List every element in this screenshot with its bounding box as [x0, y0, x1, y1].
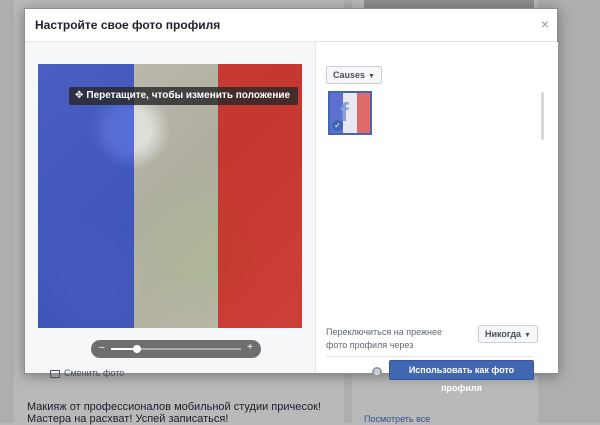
revert-duration-label: Никогда [485, 329, 522, 339]
chevron-down-icon: ▼ [524, 332, 531, 339]
change-photo-link[interactable]: Сменить фото [50, 368, 124, 378]
use-as-profile-photo-button[interactable]: Использовать как фото профиля [389, 360, 534, 393]
camera-icon [50, 369, 60, 378]
frame-thumbnail-selected[interactable]: f ✓ [328, 91, 372, 135]
frames-scrollbar[interactable] [541, 92, 544, 140]
drag-to-reposition-hint: ✥ Перетащите, чтобы изменить положение [69, 87, 299, 105]
close-icon[interactable]: × [541, 17, 549, 31]
zoom-handle[interactable] [133, 345, 141, 353]
zoom-track[interactable] [111, 345, 241, 353]
photo-preview[interactable]: ✥ Перетащите, чтобы изменить положение [38, 64, 302, 328]
chevron-down-icon: ▼ [368, 73, 375, 80]
frame-category-dropdown[interactable]: Causes ▼ [326, 66, 382, 84]
divider [326, 356, 532, 357]
dialog-body: ✥ Перетащите, чтобы изменить положение – … [25, 42, 558, 393]
photo-editor-pane: ✥ Перетащите, чтобы изменить положение – … [25, 42, 315, 378]
zoom-in-icon[interactable]: + [247, 342, 253, 353]
revert-duration-dropdown[interactable]: Никогда ▼ [478, 325, 538, 343]
profile-photo-dialog: Настройте свое фото профиля × ✥ Перетащит… [24, 8, 558, 393]
drag-hint-label: Перетащите, чтобы изменить положение [86, 90, 291, 101]
revert-label: Переключиться на прежнее фото профиля че… [326, 327, 442, 350]
zoom-out-icon[interactable]: – [99, 342, 105, 353]
change-photo-label: Сменить фото [64, 368, 125, 378]
dialog-title: Настройте свое фото профиля [35, 18, 221, 32]
frames-pane: Causes ▼ f ✓ Переключиться на прежнее фот… [315, 42, 558, 393]
check-icon: ✓ [332, 120, 343, 131]
move-icon: ✥ [75, 90, 84, 101]
dialog-header: Настройте свое фото профиля × [25, 9, 557, 42]
facebook-f-icon: f [340, 97, 349, 127]
zoom-slider[interactable]: – + [91, 340, 261, 358]
globe-icon[interactable]: ◍ [372, 367, 382, 377]
frame-category-label: Causes [333, 70, 366, 80]
